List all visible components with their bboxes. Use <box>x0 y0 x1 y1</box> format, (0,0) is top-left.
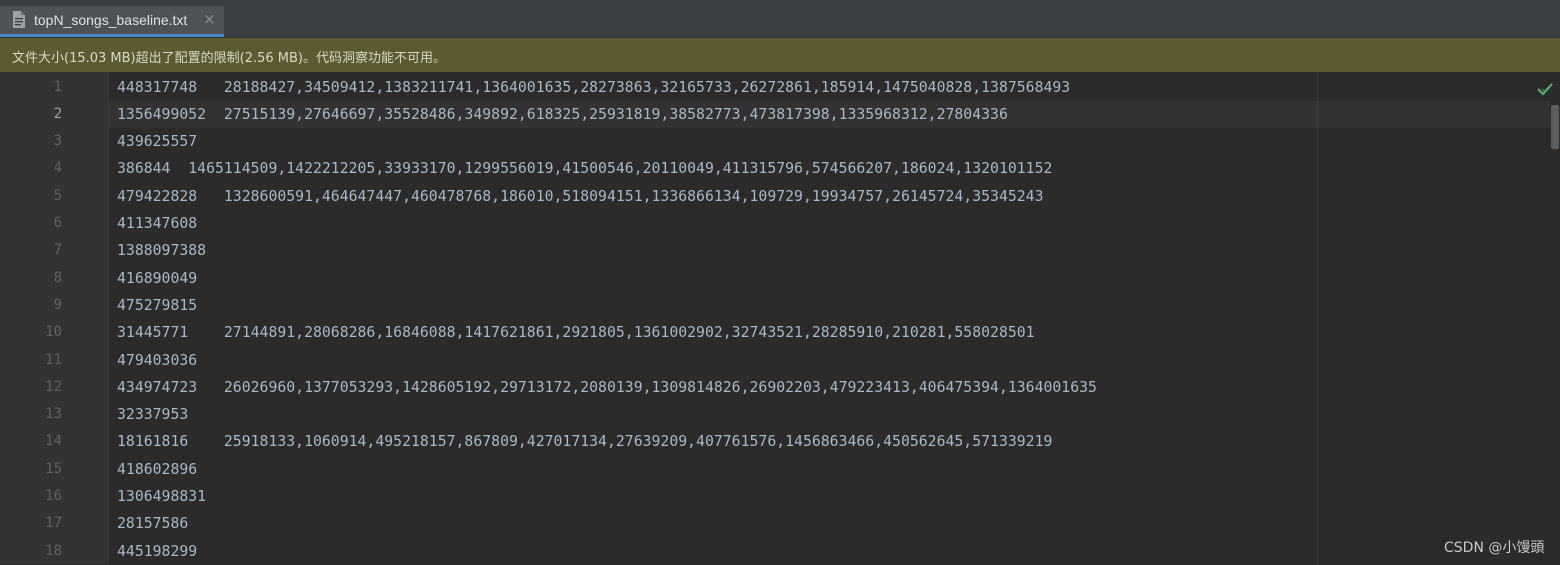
editor-tab-bar: topN_songs_baseline.txt × <box>0 0 1560 38</box>
code-line: 31445771 27144891,28068286,16846088,1417… <box>117 324 1035 342</box>
code-line: 28157586 <box>117 515 189 533</box>
line-number: 7 <box>53 242 62 259</box>
code-line: 448317748 28188427,34509412,1383211741,1… <box>117 78 1071 96</box>
line-number: 5 <box>53 187 62 204</box>
right-margin-guide <box>1317 72 1318 564</box>
code-line: 479422828 1328600591,464647447,460478768… <box>117 187 1044 205</box>
code-line: 416890049 <box>117 269 198 287</box>
code-line: 1306498831 <box>117 488 207 505</box>
line-number: 10 <box>45 324 62 341</box>
line-number: 9 <box>53 296 62 313</box>
tab-filename: topN_songs_baseline.txt <box>34 12 188 28</box>
line-number: 8 <box>53 269 62 286</box>
line-number: 3 <box>53 133 62 150</box>
code-line: 32337953 <box>117 406 189 424</box>
tab-topn-songs-baseline[interactable]: topN_songs_baseline.txt × <box>0 6 224 37</box>
line-number: 18 <box>45 542 62 559</box>
line-number: 6 <box>53 215 62 231</box>
line-number-gutter: 1 2 3 4 5 6 7 8 9 10 11 12 13 14 15 16 17 18 <box>0 72 108 564</box>
code-line: 475279815 <box>117 296 198 314</box>
code-line: 445198299 <box>117 542 198 560</box>
scrollbar-thumb[interactable] <box>1551 105 1559 149</box>
line-number: 14 <box>45 433 62 450</box>
csdn-watermark: CSDN @小馒頭 <box>1444 540 1545 556</box>
line-number: 11 <box>45 351 62 368</box>
code-line: 1356499052 27515139,27646697,35528486,34… <box>117 105 1008 123</box>
line-number: 12 <box>45 378 62 395</box>
code-line: 18161816 25918133,1060914,495218157,8678… <box>117 433 1053 451</box>
code-line: 418602896 <box>117 460 198 478</box>
code-line: 439625557 <box>117 133 198 151</box>
code-line: 411347608 <box>117 215 198 232</box>
line-number: 16 <box>45 488 62 504</box>
line-number: 15 <box>45 460 62 477</box>
text-file-icon <box>13 11 25 28</box>
line-number: 4 <box>53 160 62 177</box>
line-number: 2 <box>53 105 62 122</box>
line-number: 13 <box>45 406 62 423</box>
text-editor[interactable]: 448317748 28188427,34509412,1383211741,1… <box>109 72 1550 564</box>
code-line: 1388097388 <box>117 242 207 260</box>
code-line: 434974723 26026960,1377053293,1428605192… <box>117 378 1097 396</box>
banner-message: 文件大小(15.03 MB)超出了配置的限制(2.56 MB)。代码洞察功能不可… <box>12 51 446 66</box>
line-number: 1 <box>53 78 62 95</box>
code-line: 386844 1465114509,1422212205,33933170,12… <box>117 160 1053 178</box>
file-size-warning-banner: 文件大小(15.03 MB)超出了配置的限制(2.56 MB)。代码洞察功能不可… <box>0 38 1560 72</box>
check-icon[interactable] <box>1536 81 1554 97</box>
code-line: 479403036 <box>117 351 198 369</box>
close-icon[interactable]: × <box>203 11 217 27</box>
line-number: 17 <box>45 515 62 532</box>
